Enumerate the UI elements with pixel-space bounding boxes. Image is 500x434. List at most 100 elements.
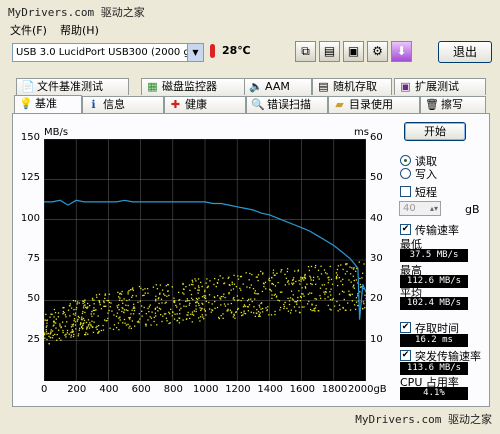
access-time-point xyxy=(328,279,330,281)
access-time-point xyxy=(338,277,340,279)
save-icon[interactable]: ▣ xyxy=(343,41,364,62)
read-radio[interactable] xyxy=(400,155,411,166)
access-time-point xyxy=(128,327,130,329)
access-time-point xyxy=(342,307,344,309)
access-time-point xyxy=(86,307,88,310)
access-time-point xyxy=(163,313,166,315)
access-time-point xyxy=(179,313,181,315)
access-time-point xyxy=(291,282,293,284)
tab-folder-usage[interactable]: ▰ 目录使用 xyxy=(328,96,420,113)
copy-icon[interactable]: ⧉ xyxy=(295,41,316,62)
access-time-point xyxy=(145,325,147,327)
access-time-point xyxy=(178,299,180,301)
access-time-point xyxy=(154,312,157,314)
access-time-point xyxy=(236,299,239,302)
tab-health[interactable]: ✚ 健康 xyxy=(164,96,246,113)
access-time-point xyxy=(250,284,252,286)
access-time-point xyxy=(266,309,268,312)
tab-aam[interactable]: 🔈 AAM xyxy=(244,78,312,95)
access-time-point xyxy=(265,307,267,309)
menu-help[interactable]: 帮助(H) xyxy=(60,22,99,38)
access-time-point xyxy=(309,275,311,277)
access-time-point xyxy=(128,290,130,292)
avg-value: 102.4 MB/s xyxy=(400,297,468,310)
access-time-point xyxy=(323,269,326,271)
benchmark-chart xyxy=(43,138,367,381)
access-time-point xyxy=(81,312,84,315)
access-time-point xyxy=(108,301,111,304)
access-time-point xyxy=(188,284,191,286)
write-radio[interactable] xyxy=(400,168,411,179)
short-stroke-checkbox[interactable] xyxy=(400,186,411,197)
access-time-point xyxy=(197,289,199,291)
access-time-point xyxy=(239,287,241,290)
spinner-arrows-icon[interactable]: ▴▾ xyxy=(430,202,438,215)
tab-error-scan[interactable]: 🔍 错误扫描 xyxy=(246,96,328,113)
access-time-point xyxy=(327,282,329,284)
access-time-point xyxy=(192,281,194,283)
download-icon[interactable]: ⬇ xyxy=(391,41,412,62)
access-time-point xyxy=(142,289,144,291)
access-time-point xyxy=(278,300,281,302)
access-time-point xyxy=(144,288,146,290)
access-time-point xyxy=(344,273,347,275)
access-time-point xyxy=(45,331,48,333)
menu-file[interactable]: 文件(F) xyxy=(10,22,47,38)
access-time-point xyxy=(232,298,234,300)
access-time-point xyxy=(123,298,125,300)
access-time-point xyxy=(91,310,93,313)
tab-info[interactable]: ℹ 信息 xyxy=(82,96,164,113)
access-time-point xyxy=(121,290,123,293)
access-time-point xyxy=(199,316,202,318)
access-time-point xyxy=(155,284,157,286)
tab-erase[interactable]: 🗑 擦写 xyxy=(420,96,486,113)
copy-text-icon[interactable]: ▤ xyxy=(319,41,340,62)
access-time-point xyxy=(330,288,332,290)
info-icon: ℹ xyxy=(91,98,96,111)
access-time-point xyxy=(262,272,264,274)
access-time-point xyxy=(304,274,306,277)
transfer-rate-checkbox[interactable]: ✔ xyxy=(400,224,411,235)
access-time-point xyxy=(129,289,132,291)
tab-file-benchmark[interactable]: 📄 文件基准测试 xyxy=(16,78,129,95)
access-time-point xyxy=(208,308,211,310)
burst-rate-checkbox[interactable]: ✔ xyxy=(400,350,411,361)
access-time-point xyxy=(247,300,249,302)
access-time-point xyxy=(294,300,296,303)
access-time-point xyxy=(53,308,56,311)
access-time-point xyxy=(210,311,212,313)
drive-select[interactable]: USB 3.0 LucidPort USB300 (2000 gB) ▼ xyxy=(12,43,204,62)
access-time-point xyxy=(252,287,255,290)
access-time-point xyxy=(327,304,329,307)
tab-benchmark[interactable]: 💡 基准 xyxy=(14,95,82,114)
access-time-point xyxy=(190,313,192,315)
exit-button[interactable]: 退出 xyxy=(438,41,492,63)
access-time-point xyxy=(265,288,267,290)
start-button[interactable]: 开始 xyxy=(404,122,466,141)
access-time-point xyxy=(315,298,318,300)
access-time-point xyxy=(261,302,263,304)
access-time-point xyxy=(326,273,328,275)
access-time-point xyxy=(288,300,291,302)
access-time-point xyxy=(292,294,294,296)
tab-extra-tests[interactable]: ▣ 扩展测试 xyxy=(394,78,486,95)
access-time-point xyxy=(204,310,206,312)
access-time-checkbox[interactable]: ✔ xyxy=(400,322,411,333)
size-spinner[interactable]: 40 ▴▾ xyxy=(399,201,441,216)
access-time-point xyxy=(345,309,347,312)
access-time-point xyxy=(103,300,105,302)
access-time-point xyxy=(204,289,206,291)
access-time-point xyxy=(349,273,352,275)
access-time-point xyxy=(280,269,282,271)
tab-random-access[interactable]: ▤ 随机存取 xyxy=(312,78,392,95)
options-icon[interactable]: ⚙ xyxy=(367,41,388,62)
tab-disk-monitor[interactable]: ▦ 磁盘监控器 xyxy=(141,78,246,95)
chevron-down-icon[interactable]: ▼ xyxy=(187,44,203,61)
access-time-point xyxy=(361,277,363,279)
access-time-point xyxy=(76,303,78,305)
access-time-point xyxy=(330,278,333,281)
access-time-point xyxy=(223,293,225,295)
access-time-point xyxy=(297,269,300,271)
access-time-point xyxy=(46,338,48,341)
access-time-point xyxy=(130,327,132,330)
